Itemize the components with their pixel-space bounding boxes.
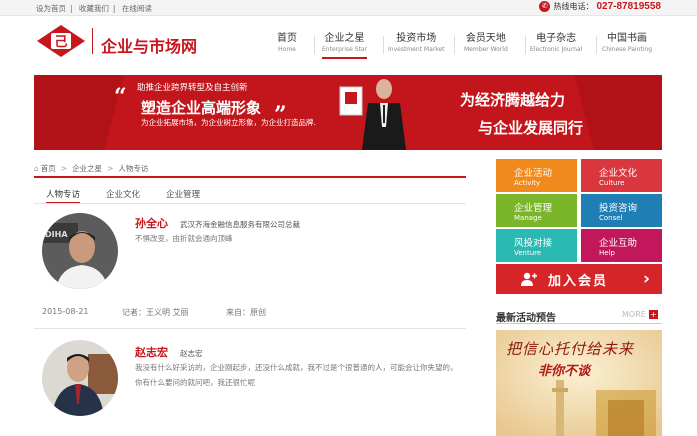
- join-member-button[interactable]: 加入会员 ›: [496, 264, 662, 294]
- nav-label: 投资市场: [396, 33, 437, 44]
- nav-divider: [383, 36, 384, 54]
- activity-title: 最新活动预告: [496, 313, 556, 324]
- tile-sublabel: Help: [599, 249, 615, 257]
- breadcrumb-home[interactable]: 首页: [41, 163, 56, 174]
- tile-culture[interactable]: 企业文化 Culture: [581, 159, 662, 192]
- nav-label: 企业之星: [324, 33, 365, 44]
- online-reading-link[interactable]: 在线阅读: [122, 4, 152, 13]
- breadcrumb-divider: [34, 176, 466, 178]
- chevron-right-icon: ›: [642, 269, 650, 289]
- home-icon: ⌂: [34, 164, 39, 173]
- nav-sublabel: Enterprise Star: [322, 46, 368, 53]
- top-bar: 设为首页 | 收藏我们 | 在线阅读 ✆ 热线电话： 027-87819558: [0, 0, 697, 16]
- banner-line3: 为企业拓展市场，为企业树立形象，为企业打造品牌.: [141, 118, 316, 127]
- tab-management[interactable]: 企业管理: [166, 188, 200, 200]
- person-title: 武汉齐海金融信息服务有限公司总裁: [180, 220, 300, 229]
- nav-investment-market[interactable]: 投资市场 Investment Market: [388, 33, 445, 54]
- breadcrumb: ⌂ 首页 > 企业之星 > 人物专访: [34, 163, 149, 174]
- join-label: 加入会员: [548, 274, 609, 289]
- tile-label: 企业互助: [599, 238, 638, 249]
- nav-divider: [596, 36, 597, 54]
- tile-label: 企业文化: [599, 168, 638, 179]
- tile-label: 企业活动: [514, 168, 553, 179]
- article-source: 来自：原创: [226, 308, 266, 317]
- nav-enterprise-star[interactable]: 企业之星 Enterprise Star: [322, 33, 368, 59]
- person-description: 我没有什么好采访的，企业刚起步，还没什么成就，我不过是个很普通的人，可能会让你失…: [135, 363, 458, 387]
- tile-help[interactable]: 企业互助 Help: [581, 229, 662, 262]
- tile-sublabel: Manage: [514, 214, 542, 222]
- logo-divider: [92, 28, 93, 54]
- nav-electronic-journal[interactable]: 电子杂志 Electronic Journal: [530, 33, 582, 54]
- set-homepage-link[interactable]: 设为首页: [36, 4, 66, 13]
- bookmark-link[interactable]: 收藏我们: [79, 4, 109, 13]
- businessman-image: [339, 79, 406, 150]
- nav-label: 会员天地: [465, 33, 506, 44]
- nav-label: 中国书画: [607, 33, 647, 44]
- tile-sublabel: Consel: [599, 214, 623, 222]
- nav-sublabel: Chinese Painting: [602, 46, 653, 53]
- hotline-number: 027-87819558: [596, 1, 661, 12]
- nav-member-world[interactable]: 会员天地 Member World: [464, 33, 508, 54]
- breadcrumb-current: 人物专访: [118, 164, 149, 173]
- tile-label: 企业管理: [514, 203, 553, 214]
- more-link[interactable]: MORE +: [622, 310, 658, 319]
- banner-slogan1: 为经济腾越给力: [460, 91, 566, 109]
- nav-chinese-painting[interactable]: 中国书画 Chinese Painting: [602, 33, 652, 54]
- tile-manage[interactable]: 企业管理 Manage: [496, 194, 577, 227]
- person-title: 赵志宏: [180, 349, 203, 358]
- top-links: 设为首页 | 收藏我们 | 在线阅读: [36, 4, 152, 13]
- phone-icon: ✆: [539, 1, 551, 12]
- add-user-icon: [521, 272, 537, 286]
- hero-banner[interactable]: “ 助推企业跨界转型及自主创新 塑造企业高端形象 ” 为企业拓展市场，为企业树立…: [34, 75, 662, 150]
- poster-line2: 非你不谈: [538, 364, 591, 379]
- nav-home[interactable]: 首页 Home: [277, 33, 297, 54]
- tile-sublabel: Culture: [599, 179, 625, 187]
- person-name[interactable]: 孙全心: [135, 215, 168, 231]
- article-divider: [34, 328, 466, 329]
- tab-culture[interactable]: 企业文化: [106, 188, 140, 200]
- svg-text:DIHA: DIHA: [45, 230, 68, 239]
- nav-divider: [454, 36, 455, 54]
- tab-interviews[interactable]: 人物专访: [46, 188, 81, 204]
- nav-sublabel: Home: [278, 46, 296, 53]
- banner-slogan2: 与企业发展同行: [478, 119, 584, 137]
- plus-icon: +: [648, 310, 658, 319]
- tile-label: 风投对接: [514, 238, 553, 249]
- tile-activity[interactable]: 企业活动 Activity: [496, 159, 577, 192]
- person-name[interactable]: 赵志宏: [135, 344, 168, 360]
- site-name[interactable]: 企业与市场网: [101, 33, 197, 57]
- activity-poster[interactable]: 把信心托付给未来 非你不谈: [496, 330, 662, 436]
- hotline-label: 热线电话：: [553, 2, 594, 11]
- tile-consult[interactable]: 投资咨询 Consel: [581, 194, 662, 227]
- nav-divider: [525, 36, 526, 54]
- article-reporter: 记者：王义明 艾丽: [122, 308, 189, 317]
- tile-sublabel: Venture: [514, 249, 542, 257]
- poster-line1: 把信心托付给未来: [506, 340, 635, 358]
- nav-label: 首页: [277, 33, 297, 44]
- tile-venture[interactable]: 风投对接 Venture: [496, 229, 577, 262]
- open-quote-icon: “: [114, 84, 127, 110]
- more-label: MORE: [622, 310, 646, 319]
- person-description: 不惧改变，由折就会通向顶峰: [135, 234, 233, 243]
- nav-sublabel: Investment Market: [388, 46, 445, 53]
- tile-label: 投资咨询: [599, 203, 638, 214]
- banner-line2: 塑造企业高端形象: [141, 99, 262, 117]
- nav-sublabel: Member World: [464, 46, 508, 53]
- activity-divider: [496, 323, 662, 324]
- banner-line1: 助推企业跨界转型及自主创新: [137, 83, 248, 93]
- avatar[interactable]: [42, 340, 118, 416]
- nav-sublabel: Electronic Journal: [530, 46, 583, 53]
- nav-divider: [314, 36, 315, 54]
- tile-sublabel: Activity: [514, 179, 541, 187]
- site-logo[interactable]: 己: [36, 24, 86, 58]
- breadcrumb-enterprise-star[interactable]: 企业之星: [72, 163, 102, 174]
- avatar[interactable]: DIHA: [42, 213, 118, 289]
- hotline: ✆ 热线电话： 027-87819558: [539, 1, 661, 12]
- svg-text:己: 己: [54, 35, 67, 50]
- article-date: 2015-08-21: [42, 307, 89, 316]
- nav-label: 电子杂志: [536, 33, 577, 44]
- tabs-divider: [34, 203, 466, 204]
